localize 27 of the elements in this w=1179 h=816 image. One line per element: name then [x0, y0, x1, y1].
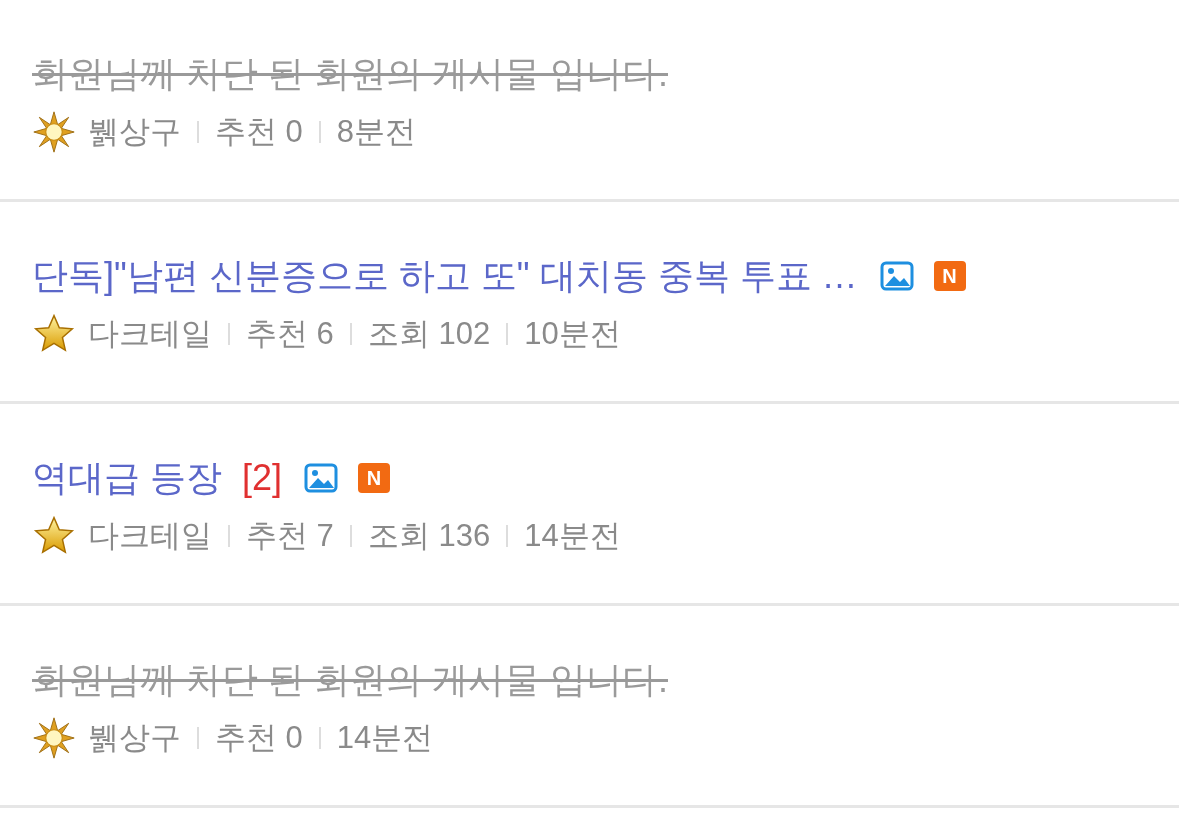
new-badge: N [358, 463, 391, 493]
post-stat: 조회 102 [367, 314, 491, 353]
post-stat: 추천 0 [215, 112, 303, 151]
post-stat: 추천 6 [246, 314, 334, 353]
author-name[interactable]: 다크테일 [88, 512, 212, 560]
author-name[interactable]: 뷁상구 [88, 108, 181, 156]
post-row[interactable]: 역대급 등장 [2] N 다크테일 추천 7 조회 136 14분전 [0, 404, 1179, 606]
post-title[interactable]: 회원님께 차단 된 회원의 게시물 입니다. [32, 47, 668, 101]
post-stat: 조회 136 [367, 516, 491, 555]
author-name[interactable]: 뷁상구 [88, 714, 181, 762]
post-stat: 추천 7 [246, 516, 334, 555]
post-row[interactable]: 회원님께 차단 된 회원의 게시물 입니다. 뷁상구 추천 0 8분전 [0, 0, 1179, 202]
post-stat: 추천 0 [215, 718, 303, 757]
sun-icon [32, 110, 76, 154]
sun-icon [32, 716, 76, 760]
post-title[interactable]: 회원님께 차단 된 회원의 게시물 입니다. [32, 653, 668, 707]
author-name[interactable]: 다크테일 [88, 310, 212, 358]
post-title[interactable]: 역대급 등장 [32, 451, 222, 505]
post-row[interactable]: 단독]"남편 신분증으로 하고 또" 대치동 중복 투표 … N 다크테일 추천 6 조회 102 10분전 [0, 202, 1179, 404]
post-time: 14분전 [524, 516, 621, 555]
comment-count: [2] [242, 456, 283, 500]
post-title[interactable]: 단독]"남편 신분증으로 하고 또" 대치동 중복 투표 … [32, 249, 858, 303]
post-row[interactable]: 회원님께 차단 된 회원의 게시물 입니다. 뷁상구 추천 0 14분전 [0, 606, 1179, 808]
new-badge: N [933, 261, 966, 291]
post-time: 10분전 [524, 314, 621, 353]
post-time: 14분전 [336, 718, 434, 757]
post-time: 8분전 [336, 112, 417, 151]
